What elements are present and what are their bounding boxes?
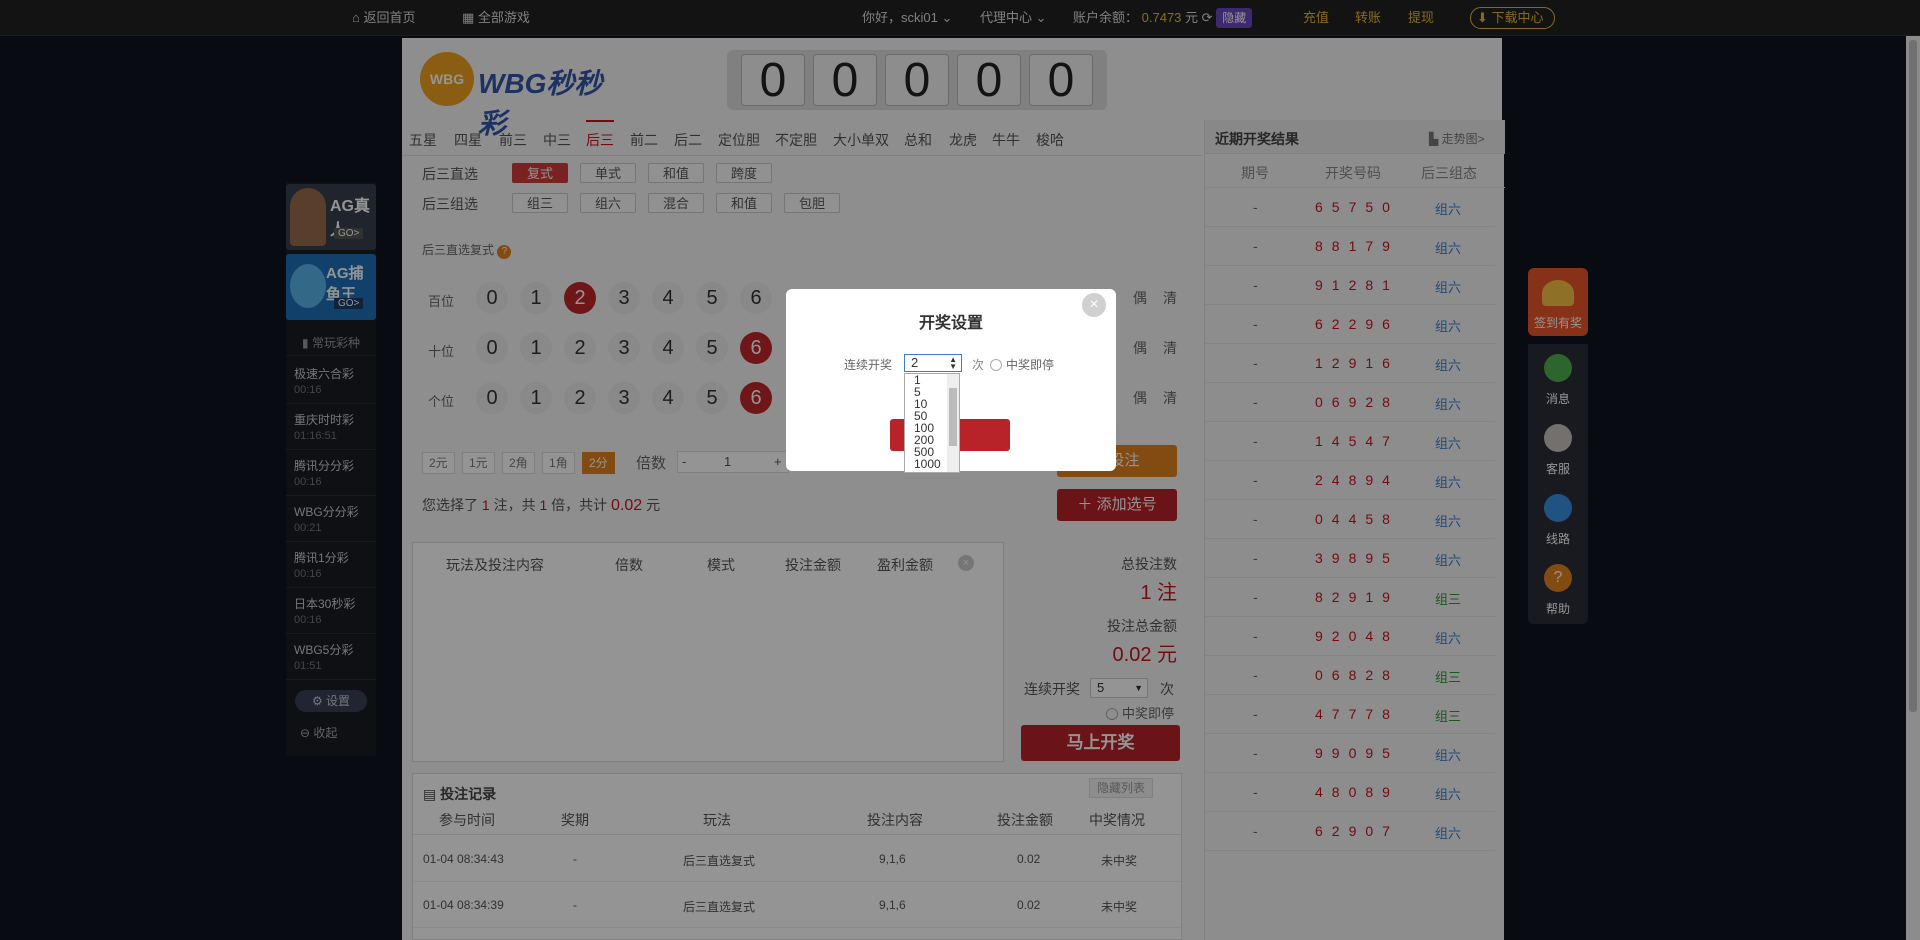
radio-icon [990, 359, 1002, 371]
continuous-count-select[interactable]: 2 ▲ ▼ [904, 354, 962, 372]
close-icon[interactable]: × [1082, 293, 1106, 317]
draw-settings-modal: 开奖设置 × 连续开奖 2▲▼ 次 中奖即停 定 1 5 10 50 100 2… [786, 289, 1116, 473]
modal-title: 开奖设置 [918, 315, 983, 332]
dropdown-scrollbar-thumb[interactable] [949, 388, 957, 446]
modal-continuous-label: 连续开奖 [844, 358, 893, 372]
dropdown-scrollbar[interactable] [947, 374, 959, 472]
modal-unit: 次 [972, 358, 985, 372]
modal-stop-on-win[interactable]: 中奖即停 [990, 356, 1054, 373]
continuous-count-dropdown: 1 5 10 50 100 200 500 1000 [904, 373, 960, 473]
spinner-icon: ▲ ▼ [949, 355, 957, 371]
